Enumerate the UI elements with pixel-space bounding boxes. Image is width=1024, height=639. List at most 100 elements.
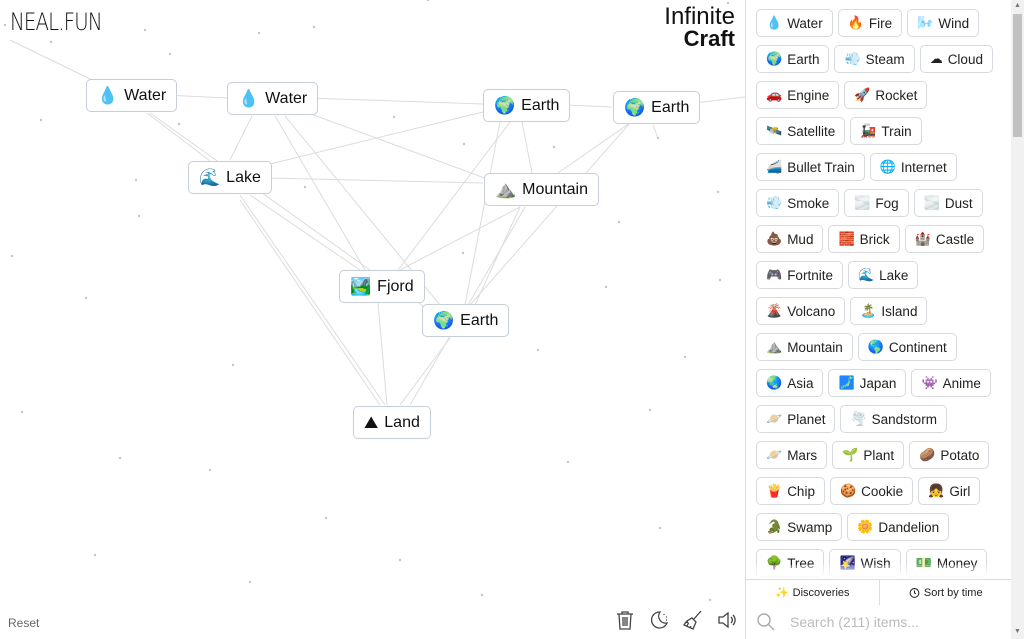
- sort-button[interactable]: Sort by time: [878, 580, 1013, 605]
- connection-line: [229, 115, 253, 161]
- crafting-canvas[interactable]: NEAL.FUN Infinite Craft 💧 Water 💧 Water …: [0, 0, 745, 639]
- item-label: Anime: [942, 375, 981, 391]
- sidebar-item-cloud[interactable]: ☁ Cloud: [919, 45, 993, 73]
- scroll-up-arrow[interactable]: ▲: [1014, 2, 1021, 9]
- canvas-node-fjord[interactable]: 🏞️ Fjord: [339, 270, 425, 303]
- connection-line: [469, 122, 631, 306]
- connection-line: [377, 302, 388, 406]
- sidebar-item-steam[interactable]: 💨 Steam: [834, 45, 915, 73]
- globe-icon: 🌍: [494, 95, 516, 115]
- reset-button[interactable]: Reset: [8, 616, 39, 630]
- sidebar-item-continent[interactable]: 🌎 Continent: [857, 333, 957, 361]
- sidebar-item-train[interactable]: 🚂 Train: [850, 117, 922, 145]
- sidebar-item-japan[interactable]: 🗾 Japan: [828, 369, 907, 397]
- item-label: Volcano: [787, 303, 836, 319]
- item-emoji-icon: 🌐: [879, 159, 896, 174]
- item-label: Bullet Train: [787, 159, 855, 175]
- item-emoji-icon: 🌎: [867, 339, 884, 354]
- sidebar-item-engine[interactable]: 🚗 Engine: [756, 81, 840, 109]
- node-label: Earth: [521, 96, 560, 114]
- canvas-node-earth[interactable]: 🌍 Earth: [613, 91, 701, 124]
- sidebar-item-mars[interactable]: 🪐 Mars: [756, 441, 828, 469]
- search-input[interactable]: [788, 613, 1012, 631]
- sidebar-item-bullet-train[interactable]: 🚄 Bullet Train: [756, 153, 865, 181]
- scrollbar[interactable]: ▲ ▼: [1011, 0, 1024, 639]
- node-label: Water: [124, 86, 167, 104]
- item-label: Mars: [787, 447, 818, 463]
- globe-icon: 🌍: [433, 310, 455, 330]
- sidebar-item-satellite[interactable]: 🛰️ Satellite: [756, 117, 846, 145]
- item-emoji-icon: 🚀: [854, 87, 871, 102]
- title-line-2: Craft: [683, 26, 735, 51]
- sidebar-item-mud[interactable]: 💩 Mud: [756, 225, 824, 253]
- canvas-node-land[interactable]: ⛰ Land: [353, 406, 431, 439]
- sidebar-item-lake[interactable]: 🌊 Lake: [847, 261, 919, 289]
- sidebar-item-internet[interactable]: 🌐 Internet: [869, 153, 957, 181]
- sidebar-item-fire[interactable]: 🔥 Fire: [837, 9, 903, 37]
- sidebar-item-anime[interactable]: 👾 Anime: [911, 369, 991, 397]
- scrollbar-thumb[interactable]: [1013, 14, 1022, 137]
- sidebar-item-earth[interactable]: 🌍 Earth: [756, 45, 830, 73]
- connection-line: [554, 122, 631, 176]
- canvas-node-earth[interactable]: 🌍 Earth: [483, 89, 571, 122]
- sidebar-item-chip[interactable]: 🍟 Chip: [756, 477, 825, 505]
- item-emoji-icon: 🌼: [857, 519, 874, 534]
- sidebar-item-island[interactable]: 🏝️ Island: [850, 297, 928, 325]
- sparkles-icon: ✨: [774, 587, 789, 599]
- sidebar-item-mountain[interactable]: ⛰️ Mountain: [756, 333, 853, 361]
- canvas-node-mountain[interactable]: ⛰️ Mountain: [484, 173, 599, 206]
- canvas-toolbar: [614, 609, 738, 631]
- sidebar-item-fog[interactable]: 🌫️ Fog: [844, 189, 909, 217]
- item-emoji-icon: 🥔: [919, 447, 936, 462]
- item-label: Swamp: [787, 519, 833, 535]
- item-emoji-icon: 🚄: [766, 159, 783, 174]
- sidebar-item-rocket[interactable]: 🚀 Rocket: [844, 81, 928, 109]
- title-line-1: Infinite: [664, 3, 735, 30]
- neal-fun-logo[interactable]: NEAL.FUN: [10, 8, 103, 36]
- canvas-node-lake[interactable]: 🌊 Lake: [188, 161, 272, 194]
- moon-icon: [651, 611, 669, 629]
- item-label: Smoke: [787, 195, 830, 211]
- sidebar-item-water[interactable]: 💧 Water: [756, 9, 833, 37]
- sidebar-item-asia[interactable]: 🌏 Asia: [756, 369, 824, 397]
- sidebar-item-sandstorm[interactable]: 🌪️ Sandstorm: [840, 405, 947, 433]
- sidebar-item-dandelion[interactable]: 🌼 Dandelion: [847, 513, 950, 541]
- item-label: Fortnite: [787, 267, 833, 283]
- clear-button[interactable]: [614, 609, 636, 631]
- canvas-node-water[interactable]: 💧 Water: [86, 79, 178, 112]
- item-emoji-icon: 🏰: [914, 231, 931, 246]
- canvas-node-earth[interactable]: 🌍 Earth: [422, 304, 510, 337]
- sidebar-item-planet[interactable]: 🪐 Planet: [756, 405, 836, 433]
- sidebar-item-swamp[interactable]: 🐊 Swamp: [756, 513, 843, 541]
- sound-button[interactable]: [716, 609, 738, 631]
- sidebar-item-wind[interactable]: 🌬️ Wind: [907, 9, 980, 37]
- stopwatch-icon: [909, 588, 920, 598]
- sidebar-item-girl[interactable]: 👧 Girl: [918, 477, 981, 505]
- canvas-node-water[interactable]: 💧 Water: [227, 82, 319, 115]
- sidebar-item-dust[interactable]: 🌫️ Dust: [913, 189, 983, 217]
- item-emoji-icon: 🚗: [766, 87, 783, 102]
- search-bar: [746, 605, 1012, 639]
- droplet-icon: 💧: [238, 88, 260, 108]
- item-label: Steam: [865, 51, 905, 67]
- sidebar-item-brick[interactable]: 🧱 Brick: [828, 225, 900, 253]
- item-emoji-icon: 💨: [844, 51, 861, 66]
- clean-up-button[interactable]: [682, 609, 704, 631]
- sidebar-item-potato[interactable]: 🥔 Potato: [909, 441, 990, 469]
- dark-mode-button[interactable]: [648, 609, 670, 631]
- sidebar-item-fortnite[interactable]: 🎮 Fortnite: [756, 261, 843, 289]
- sidebar-item-castle[interactable]: 🏰 Castle: [904, 225, 985, 253]
- connection-line: [265, 177, 484, 184]
- item-label: Castle: [935, 231, 975, 247]
- discoveries-button[interactable]: ✨ Discoveries: [746, 580, 879, 605]
- sidebar-item-plant[interactable]: 🌱 Plant: [832, 441, 905, 469]
- trash-icon: [617, 611, 633, 630]
- sidebar-item-volcano[interactable]: 🌋 Volcano: [756, 297, 846, 325]
- item-label: Lake: [879, 267, 909, 283]
- sidebar-item-smoke[interactable]: 💨 Smoke: [756, 189, 840, 217]
- scroll-down-arrow[interactable]: ▼: [1014, 628, 1021, 635]
- sidebar-item-cookie[interactable]: 🍪 Cookie: [829, 477, 914, 505]
- item-label: Planet: [787, 411, 826, 427]
- sort-label: Sort by time: [923, 586, 983, 599]
- node-label: Earth: [460, 311, 499, 329]
